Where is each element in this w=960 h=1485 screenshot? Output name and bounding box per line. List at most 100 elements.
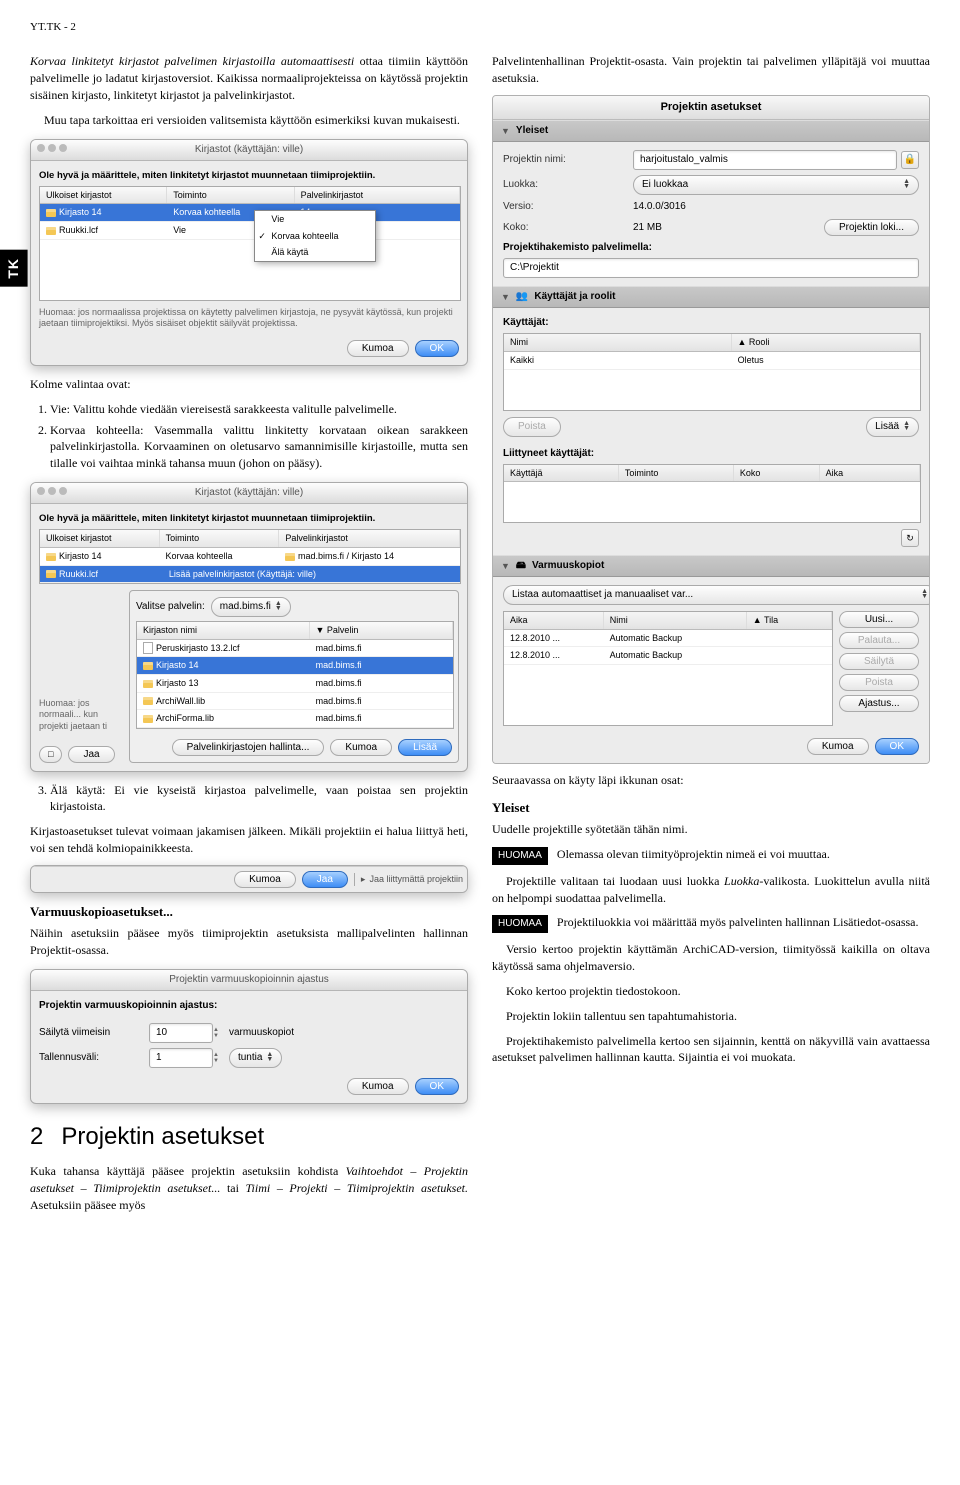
col-header: Palvelinkirjastot bbox=[295, 187, 460, 204]
window-dot[interactable] bbox=[48, 144, 56, 152]
window-dot[interactable] bbox=[37, 487, 45, 495]
table-row[interactable]: Kirjasto 13mad.bims.fi bbox=[137, 675, 453, 693]
paragraph: Projektihakemisto palvelimella kertoo se… bbox=[492, 1033, 930, 1067]
unit-label: varmuuskopiot bbox=[229, 1026, 294, 1040]
right-column: Palvelintenhallinan Projektit-osasta. Va… bbox=[492, 53, 930, 1221]
folder-icon bbox=[143, 662, 153, 670]
table-row[interactable]: 12.8.2010 ...Automatic Backup bbox=[504, 630, 832, 648]
dropdown-item[interactable]: Korvaa kohteella bbox=[255, 228, 375, 245]
group-header-backups[interactable]: ▼Varmuuskopiot bbox=[493, 555, 929, 577]
window-dot[interactable] bbox=[59, 144, 67, 152]
project-dir-input[interactable]: C:\Projektit bbox=[503, 258, 919, 278]
table-row[interactable]: ArchiWall.libmad.bims.fi bbox=[137, 693, 453, 711]
note-badge: HUOMAA bbox=[492, 847, 548, 865]
ok-button[interactable]: OK bbox=[415, 340, 459, 357]
label: Tallennusväli: bbox=[39, 1051, 149, 1065]
ok-button[interactable]: OK bbox=[415, 1078, 459, 1095]
backup-new-button[interactable]: Uusi... bbox=[839, 611, 919, 628]
table-row[interactable]: KaikkiOletus bbox=[504, 352, 920, 370]
size-value: 21 MB bbox=[633, 221, 824, 235]
table-row[interactable]: Kirjasto 14 Korvaa kohteella 14 bbox=[40, 204, 460, 222]
list-item: Älä käytä: Ei vie kyseistä kirjastoa pal… bbox=[50, 782, 468, 816]
table-row[interactable]: Kirjasto 14mad.bims.fi bbox=[137, 657, 453, 675]
label: Projektin nimi: bbox=[503, 153, 633, 167]
paragraph: Korvaa linkitetyt kirjastot palvelimen k… bbox=[30, 53, 468, 103]
folder-icon bbox=[46, 553, 56, 561]
table-row[interactable]: ArchiForma.libmad.bims.fi bbox=[137, 710, 453, 728]
folder-icon bbox=[143, 715, 153, 723]
paragraph: Näihin asetuksiin pääsee myös tiimiproje… bbox=[30, 925, 468, 959]
col-header: Toiminto bbox=[619, 465, 734, 482]
backup-schedule-dialog: Projektin varmuuskopioinnin ajastus Proj… bbox=[30, 969, 468, 1104]
side-tab: TK bbox=[0, 250, 28, 287]
folder-icon bbox=[285, 553, 295, 561]
window-dot[interactable] bbox=[59, 487, 67, 495]
numbered-list: Vie: Valittu kohde viedään viereisestä s… bbox=[30, 401, 468, 472]
project-name-input[interactable]: harjoitustalo_valmis bbox=[633, 150, 897, 170]
class-select[interactable]: Ei luokkaa▲▼ bbox=[633, 175, 919, 195]
stepper[interactable]: ▲▼ bbox=[213, 1052, 219, 1064]
libraries-dialog-2: Kirjastot (käyttäjän: ville) Ole hyvä ja… bbox=[30, 482, 468, 772]
backup-delete-button[interactable]: Poista bbox=[839, 674, 919, 691]
manage-server-libs-button[interactable]: Palvelinkirjastojen hallinta... bbox=[172, 739, 325, 756]
document-icon bbox=[143, 642, 153, 654]
add-user-button[interactable]: Lisää▲▼ bbox=[866, 417, 919, 437]
cancel-button[interactable]: Kumoa bbox=[347, 1078, 409, 1095]
remove-user-button[interactable]: Poista bbox=[503, 417, 561, 437]
col-header: ▲ Tila bbox=[747, 612, 832, 629]
interval-input[interactable]: 1 bbox=[149, 1048, 213, 1068]
server-picker: Valitse palvelin: mad.bims.fi▲▼ Kirjasto… bbox=[129, 590, 459, 763]
server-select[interactable]: mad.bims.fi▲▼ bbox=[211, 597, 291, 617]
label: Luokka: bbox=[503, 178, 633, 192]
lock-icon[interactable] bbox=[901, 151, 919, 169]
window-dot[interactable] bbox=[37, 144, 45, 152]
ok-button[interactable]: OK bbox=[875, 738, 919, 755]
table-row[interactable]: Peruskirjasto 13.2.lcfmad.bims.fi bbox=[137, 640, 453, 658]
refresh-icon[interactable]: ↻ bbox=[901, 529, 919, 547]
list-item: Korvaa kohteella: Vasemmalla valittu lin… bbox=[50, 422, 468, 472]
cancel-button[interactable]: Kumoa bbox=[330, 739, 392, 756]
group-header-general[interactable]: ▼Yleiset bbox=[493, 120, 929, 142]
stepper[interactable]: ▲▼ bbox=[213, 1027, 219, 1039]
table-row[interactable]: Kirjasto 14 Korvaa kohteella mad.bims.fi… bbox=[40, 548, 460, 566]
share-button[interactable]: Jaa bbox=[302, 871, 348, 888]
cancel-button[interactable]: Kumoa bbox=[347, 340, 409, 357]
table-row[interactable]: 12.8.2010 ...Automatic Backup bbox=[504, 647, 832, 665]
cancel-button[interactable]: Kumoa bbox=[807, 738, 869, 755]
joined-users-table: Käyttäjä Toiminto Koko Aika bbox=[503, 464, 921, 524]
label: Koko: bbox=[503, 221, 633, 235]
col-header: ▲ Rooli bbox=[732, 334, 921, 351]
share-without-join-menu[interactable]: ▸ Jaa liittymättä projektiin bbox=[354, 873, 463, 886]
interval-unit-select[interactable]: tuntia▲▼ bbox=[229, 1048, 282, 1068]
backup-filter-select[interactable]: Listaa automaattiset ja manuaaliset var.… bbox=[503, 585, 930, 605]
backups-table: Aika Nimi ▲ Tila 12.8.2010 ...Automatic … bbox=[503, 611, 833, 726]
table-row[interactable]: Ruukki.lcf Vie cf Vie Korvaa kohteella Ä… bbox=[40, 222, 460, 240]
col-header: Ulkoiset kirjastot bbox=[40, 530, 160, 547]
col-header: Nimi bbox=[504, 334, 732, 351]
group-header-users[interactable]: ▼Käyttäjät ja roolit bbox=[493, 286, 929, 308]
add-button[interactable]: Lisää bbox=[398, 739, 452, 756]
col-header: Palvelinkirjastot bbox=[279, 530, 460, 547]
small-button[interactable]: □ bbox=[39, 746, 62, 763]
window-dot[interactable] bbox=[48, 487, 56, 495]
note-badge: HUOMAA bbox=[492, 915, 548, 933]
action-dropdown[interactable]: Vie Korvaa kohteella Älä käytä bbox=[254, 210, 376, 262]
share-button[interactable]: Jaa bbox=[68, 746, 114, 763]
backup-restore-button[interactable]: Palauta... bbox=[839, 632, 919, 649]
disk-icon bbox=[516, 559, 526, 573]
col-header: Kirjaston nimi bbox=[137, 622, 310, 639]
dropdown-item[interactable]: Älä käytä bbox=[255, 244, 375, 261]
table-row[interactable]: Ruukki.lcf Lisää palvelinkirjastot (Käyt… bbox=[40, 566, 460, 584]
left-column: Korvaa linkitetyt kirjastot palvelimen k… bbox=[30, 53, 468, 1221]
backup-schedule-button[interactable]: Ajastus... bbox=[839, 695, 919, 712]
section-number: 2 bbox=[30, 1120, 43, 1154]
label: Versio: bbox=[503, 200, 633, 214]
cancel-button[interactable]: Kumoa bbox=[234, 871, 296, 888]
project-log-button[interactable]: Projektin loki... bbox=[824, 219, 919, 236]
backup-keep-button[interactable]: Säilytä bbox=[839, 653, 919, 670]
folder-icon bbox=[46, 570, 56, 578]
dropdown-item[interactable]: Vie bbox=[255, 211, 375, 228]
keep-last-input[interactable]: 10 bbox=[149, 1023, 213, 1043]
server-libs-table: Kirjaston nimi ▼ Palvelin Peruskirjasto … bbox=[136, 621, 454, 729]
dialog-note-truncated: Huomaa: jos normaali... kun projekti jae… bbox=[39, 698, 124, 733]
